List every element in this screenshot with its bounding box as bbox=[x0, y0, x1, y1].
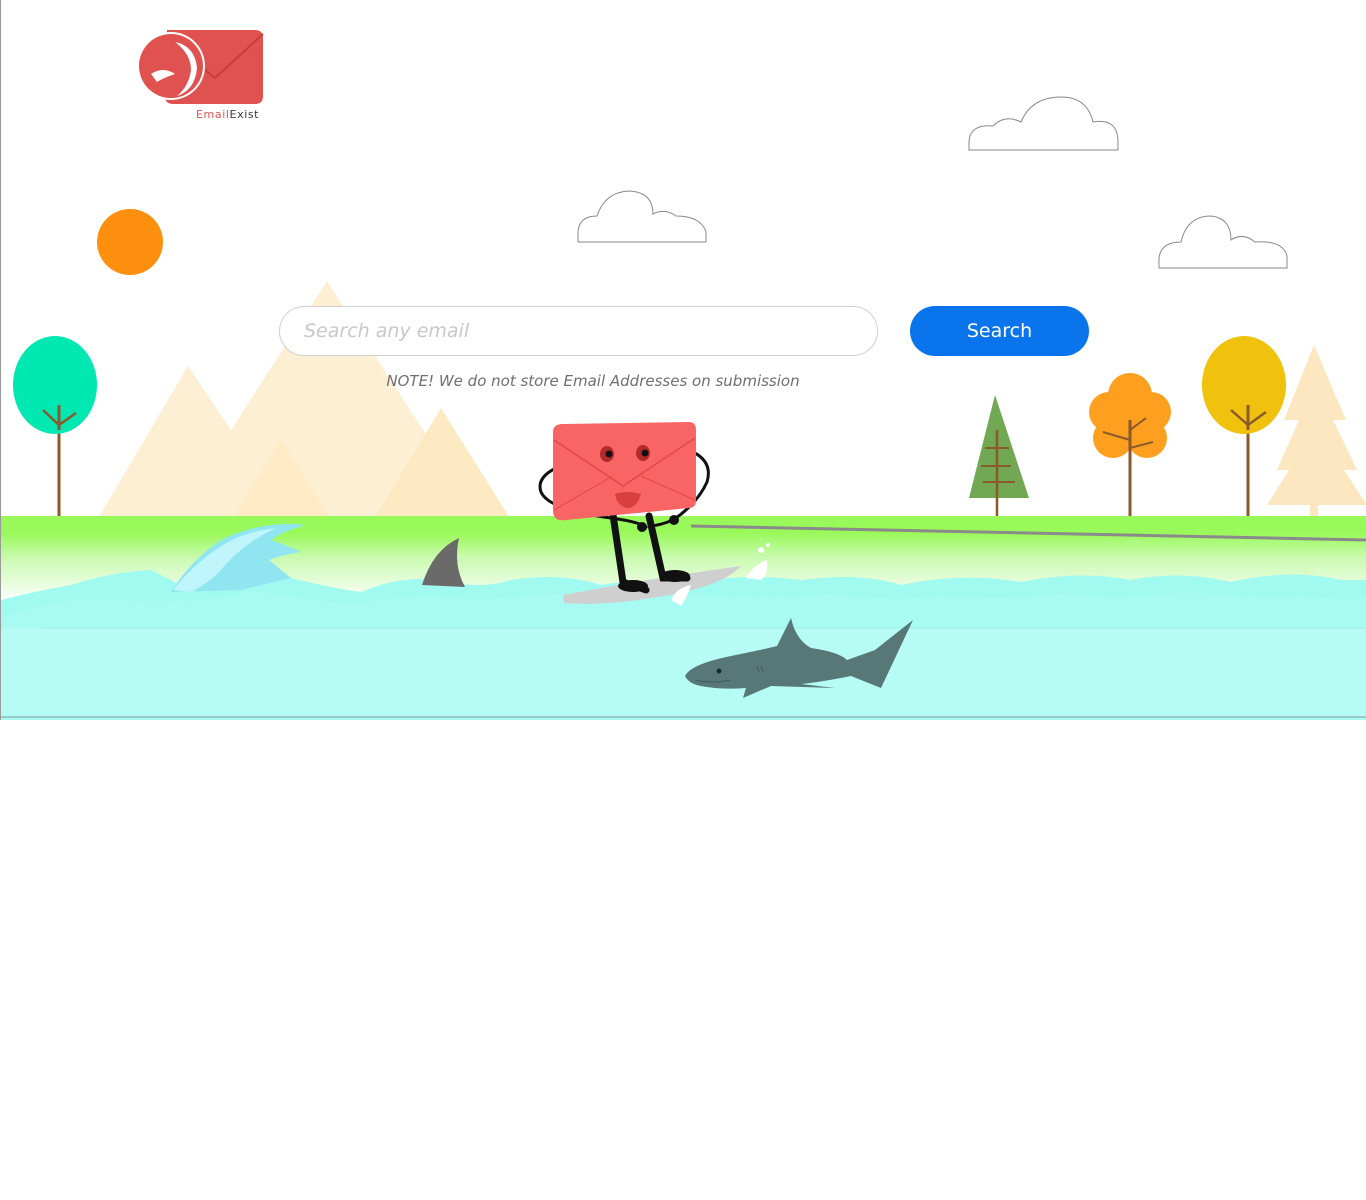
brand-wordmark[interactable]: EmailExist bbox=[196, 108, 259, 121]
search-button[interactable]: Search bbox=[910, 306, 1089, 356]
hero-scene: EmailExist Search NOTE! We do not store … bbox=[0, 0, 1366, 720]
tree-icon bbox=[13, 336, 97, 518]
brand-word-exist: Exist bbox=[229, 108, 260, 121]
tree-icon bbox=[1089, 373, 1171, 522]
privacy-note: NOTE! We do not store Email Addresses on… bbox=[386, 372, 800, 390]
pine-tree-icon bbox=[969, 395, 1029, 518]
cloud-icon bbox=[577, 190, 707, 243]
cloud-icon bbox=[1158, 215, 1288, 269]
cloud-icon bbox=[968, 96, 1119, 151]
tree-icon bbox=[1202, 336, 1286, 518]
sun-icon bbox=[97, 209, 163, 275]
brand-word-email: Email bbox=[196, 108, 230, 121]
water-body bbox=[1, 628, 1366, 718]
email-search-input[interactable] bbox=[279, 306, 878, 356]
